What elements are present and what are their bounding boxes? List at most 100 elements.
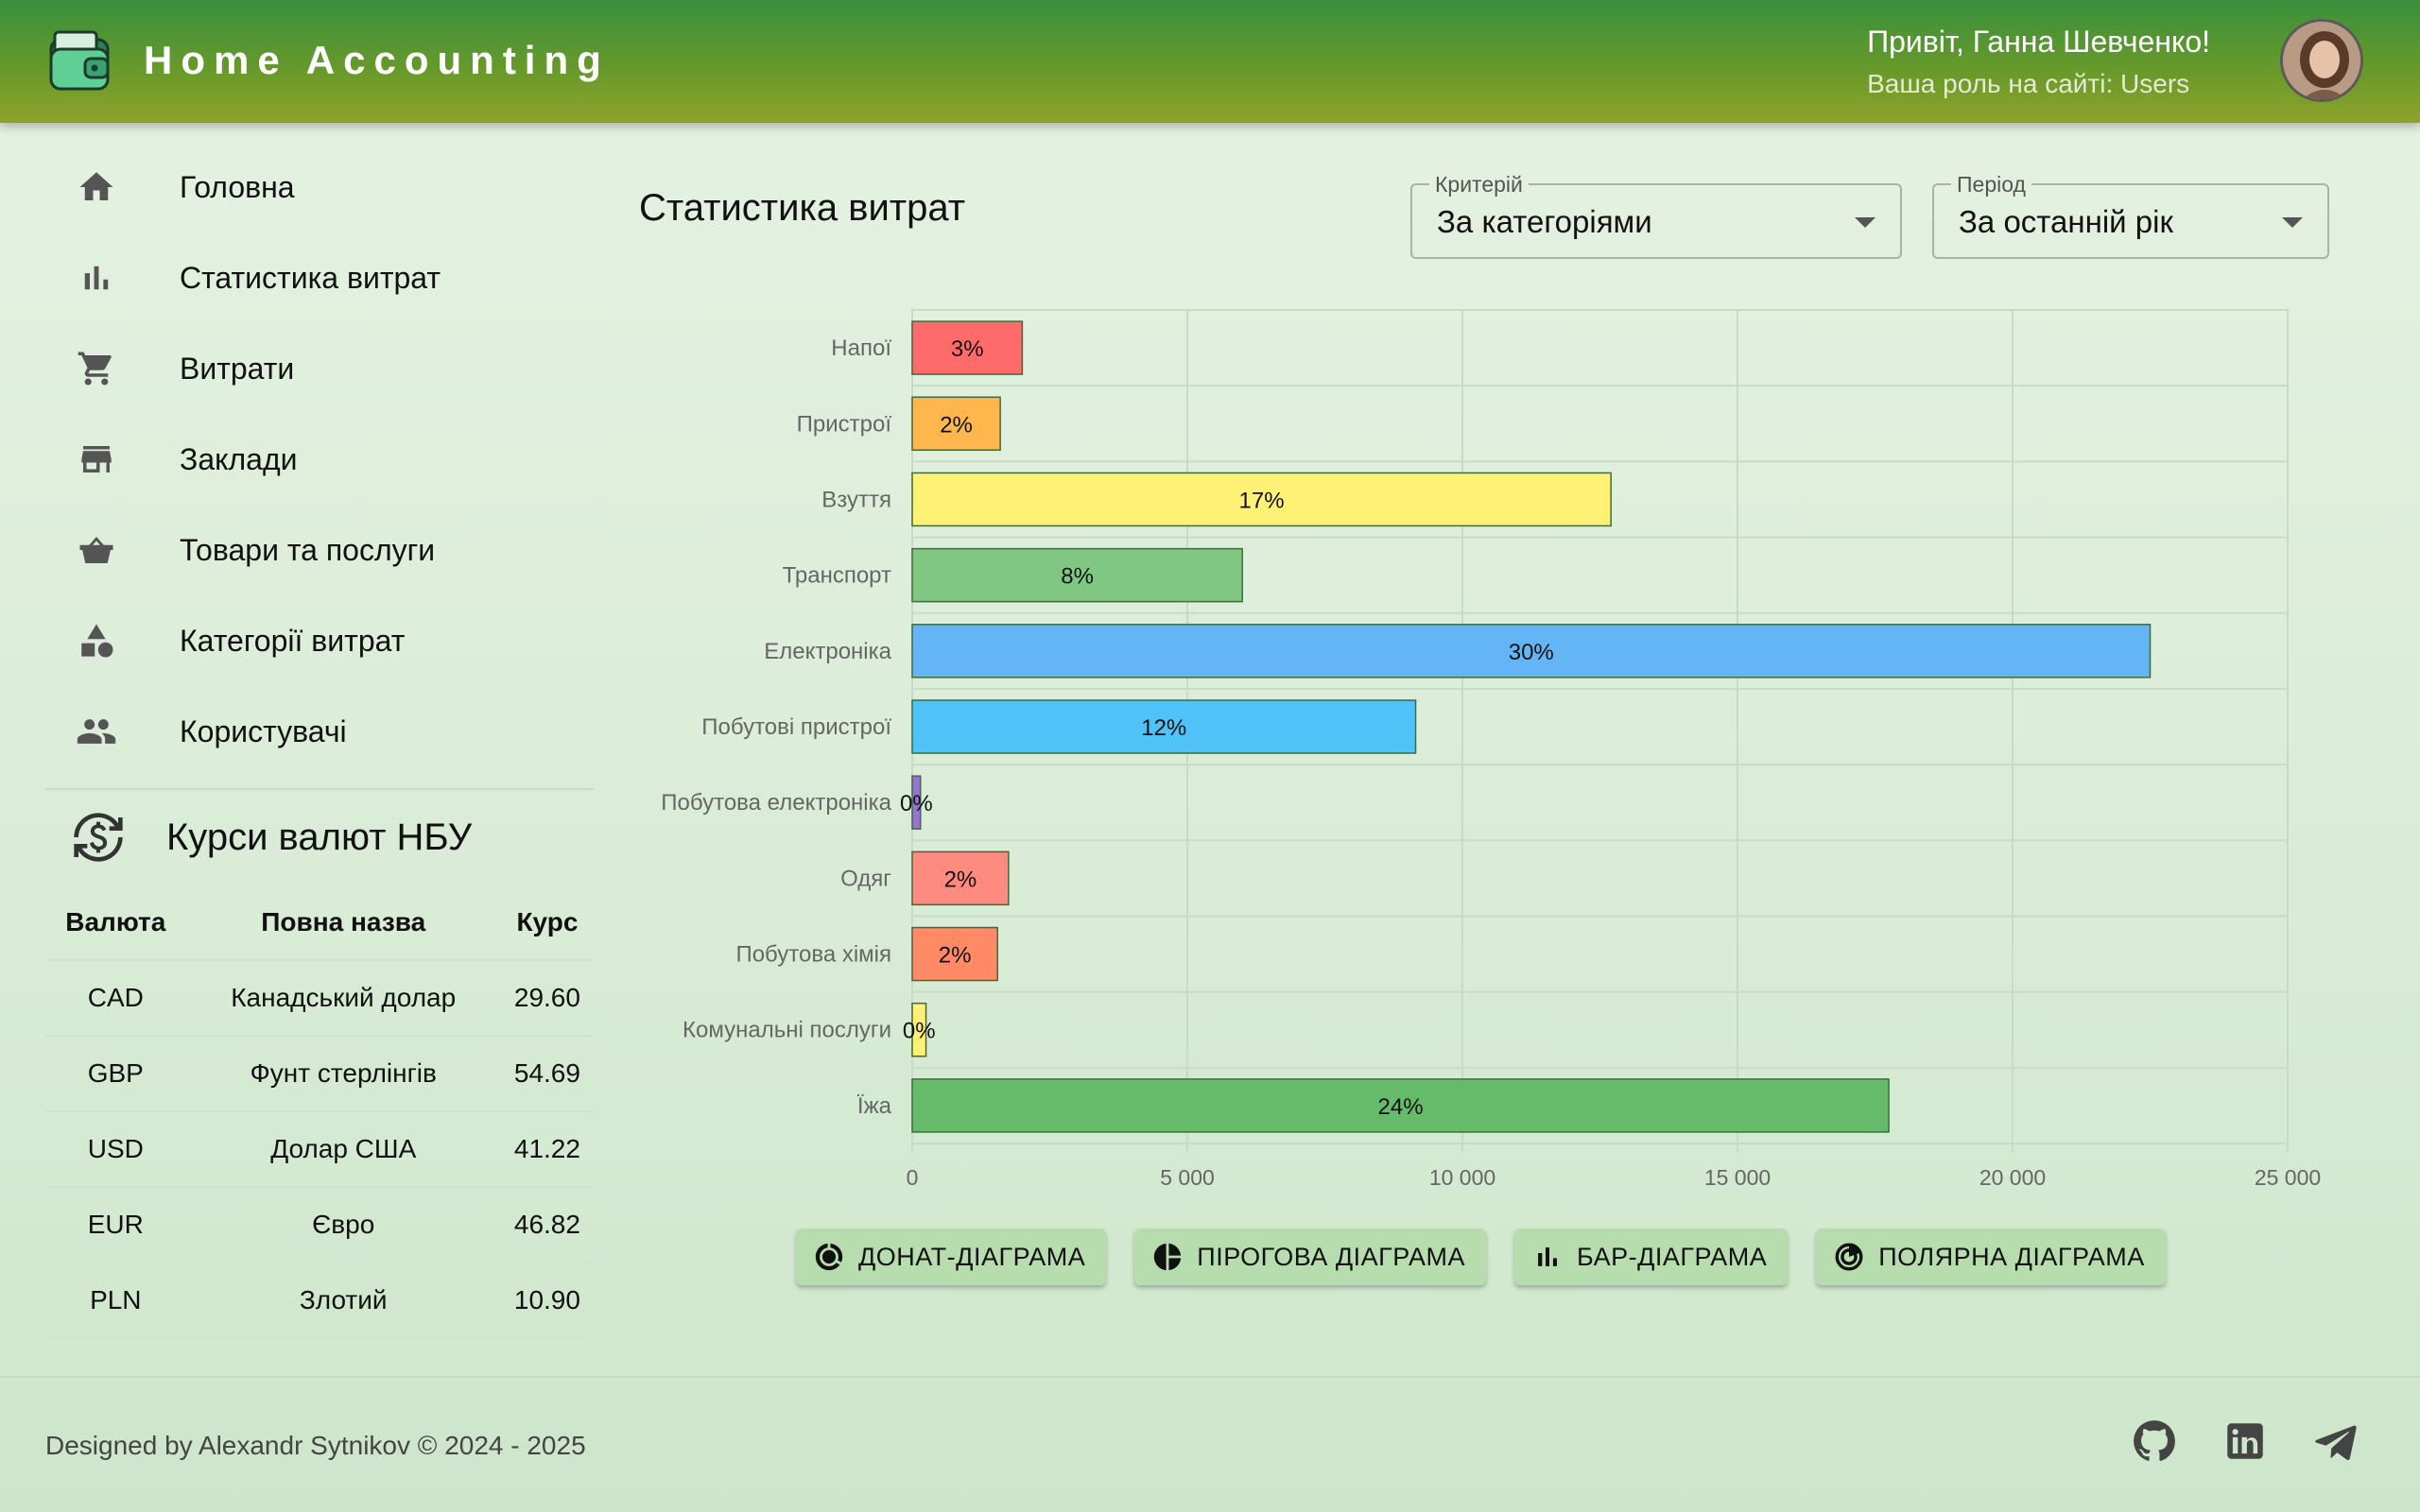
button-label: ДОНАТ-ДІАГРАМА: [858, 1242, 1086, 1271]
polar-chart-button[interactable]: ПОЛЯРНА ДІАГРАМА: [1816, 1228, 2166, 1285]
telegram-icon[interactable]: [2312, 1418, 2360, 1465]
currency-name: Долар США: [185, 1111, 501, 1188]
y-tick-label: Побутова хімія: [735, 942, 891, 968]
table-row: PLN Злотий 10.90: [45, 1263, 594, 1339]
footer-divider: [0, 1376, 2420, 1378]
currency-code: CAD: [45, 960, 186, 1037]
expense-bar-chart: 0 5 000 10 000 15 000 20 000 25 000 Напої 3% При…: [661, 309, 2321, 1190]
table-row: USD Долар США 41.22: [45, 1111, 594, 1188]
y-tick-label: Одяг: [840, 866, 891, 891]
chevron-down-icon: [1855, 217, 1876, 228]
data-label: 8%: [1061, 564, 1094, 590]
column-header: Курс: [500, 885, 594, 961]
cart-icon: [74, 346, 119, 391]
y-tick-label: Побутова електроніка: [661, 790, 891, 816]
sidebar-item-categories[interactable]: Категорії витрат: [45, 595, 594, 686]
y-tick-label: Транспорт: [783, 563, 891, 589]
button-label: ПОЛЯРНА ДІАГРАМА: [1878, 1242, 2145, 1271]
data-label: 0%: [903, 1019, 936, 1044]
currency-rate: 54.69: [500, 1036, 594, 1112]
data-label: 3%: [951, 336, 984, 362]
data-label: 30%: [1509, 640, 1554, 665]
y-tick-label: Комунальні послуги: [683, 1018, 891, 1043]
app-header: Home Accounting Привіт, Ганна Шевченко! …: [0, 0, 2420, 123]
store-icon: [74, 437, 119, 482]
column-header: Повна назва: [185, 885, 501, 961]
x-tick-label: 10 000: [1429, 1165, 1495, 1190]
currency-code: EUR: [45, 1187, 186, 1263]
x-tick-label: 5 000: [1160, 1165, 1215, 1190]
currency-rate: 46.82: [500, 1187, 594, 1263]
currency-rate: 29.60: [500, 960, 594, 1037]
donut-chart-button[interactable]: ДОНАТ-ДІАГРАМА: [796, 1228, 1107, 1285]
y-tick-label: Пристрої: [797, 411, 892, 437]
bar-chart-button[interactable]: БАР-ДІАГРАМА: [1513, 1228, 1789, 1285]
y-tick-label: Напої: [831, 335, 891, 361]
currency-code: USD: [45, 1111, 186, 1188]
greeting-text: Привіт, Ганна Шевченко!: [1867, 25, 2210, 59]
period-select[interactable]: Період За останній рік: [1932, 172, 2329, 259]
home-icon: [74, 164, 119, 210]
currency-name: Канадський долар: [185, 960, 501, 1037]
currency-code: GBP: [45, 1036, 186, 1112]
sidebar-item-label: Статистика витрат: [180, 260, 441, 295]
currency-exchange-icon: [72, 811, 125, 864]
pie-chart-button[interactable]: ПІРОГОВА ДІАГРАМА: [1134, 1228, 1486, 1285]
data-label: 17%: [1239, 488, 1285, 513]
currency-code: PLN: [45, 1263, 186, 1339]
y-tick-label: Взуття: [821, 487, 891, 512]
period-legend: Період: [1951, 172, 2031, 198]
currency-rate: 41.22: [500, 1111, 594, 1188]
criterion-value: За категоріями: [1437, 204, 1652, 239]
app-title[interactable]: Home Accounting: [144, 38, 610, 83]
chart-type-buttons: ДОНАТ-ДІАГРАМА ПІРОГОВА ДІАГРАМА БАР-ДІА…: [796, 1228, 2166, 1285]
people-icon: [74, 709, 119, 754]
sidebar-item-users[interactable]: Користувачі: [45, 686, 594, 777]
sidebar-item-goods[interactable]: Товари та послуги: [45, 505, 594, 595]
chevron-down-icon: [2282, 217, 2303, 228]
footer-credits: Designed by Alexandr Sytnikov © 2024 - 2…: [45, 1431, 586, 1460]
currency-rate: 10.90: [500, 1263, 594, 1339]
currency-name: Фунт стерлінгів: [185, 1036, 501, 1112]
avatar[interactable]: [2280, 19, 2363, 102]
data-label: 12%: [1141, 715, 1186, 741]
criterion-select[interactable]: Критерій За категоріями: [1410, 172, 1902, 259]
table-header-row: Валюта Повна назва Курс: [45, 885, 594, 961]
sidebar-item-label: Категорії витрат: [180, 623, 406, 658]
sidebar-item-stores[interactable]: Заклади: [45, 414, 594, 505]
button-label: БАР-ДІАГРАМА: [1576, 1242, 1768, 1271]
data-label: 0%: [900, 791, 933, 816]
sidebar: Головна Статистика витрат Витрати Заклад…: [45, 142, 594, 1339]
page-title: Статистика витрат: [639, 187, 966, 229]
sidebar-item-label: Головна: [180, 169, 295, 204]
sidebar-item-home[interactable]: Головна: [45, 142, 594, 232]
bar-chart-icon: [74, 255, 119, 301]
bar-chart-icon: [1538, 1247, 1557, 1266]
x-tick-label: 0: [907, 1165, 919, 1190]
data-label: 2%: [944, 867, 977, 892]
data-label: 2%: [939, 943, 972, 969]
sidebar-item-expenses[interactable]: Витрати: [45, 323, 594, 414]
criterion-legend: Критерій: [1429, 172, 1529, 198]
user-greeting: Привіт, Ганна Шевченко! Ваша роль на сай…: [1867, 25, 2210, 99]
basket-icon: [74, 527, 119, 573]
data-label: 2%: [940, 412, 973, 438]
polar-chart-icon: [1835, 1243, 1863, 1271]
sidebar-item-statistics[interactable]: Статистика витрат: [45, 232, 594, 323]
category-icon: [74, 618, 119, 663]
wallet-icon[interactable]: [47, 26, 112, 94]
x-tick-label: 25 000: [2255, 1165, 2321, 1190]
table-row: CAD Канадський долар 29.60: [45, 960, 594, 1037]
pie-chart-icon: [1154, 1243, 1182, 1271]
sidebar-item-label: Товари та послуги: [180, 532, 436, 567]
rates-title: Курси валют НБУ: [166, 816, 473, 858]
linkedin-icon[interactable]: [2221, 1418, 2269, 1465]
button-label: ПІРОГОВА ДІАГРАМА: [1197, 1242, 1465, 1271]
rates-table: Валюта Повна назва Курс CAD Канадський д…: [45, 885, 594, 1339]
sidebar-item-label: Користувачі: [180, 713, 347, 748]
github-icon[interactable]: [2131, 1418, 2178, 1465]
table-row: EUR Євро 46.82: [45, 1187, 594, 1263]
sidebar-item-label: Заклади: [180, 441, 298, 476]
x-tick-label: 15 000: [1704, 1165, 1771, 1190]
currency-name: Злотий: [185, 1263, 501, 1339]
